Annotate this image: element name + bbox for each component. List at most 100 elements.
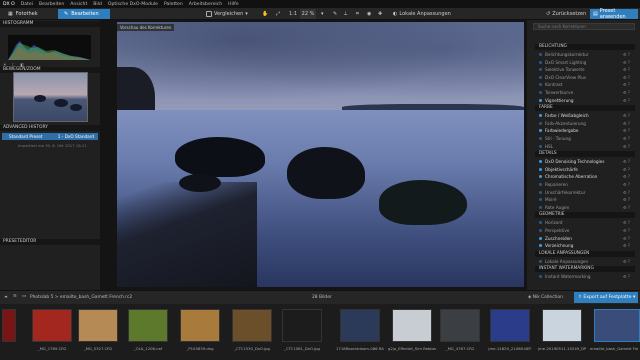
toggle-dot-icon[interactable] bbox=[539, 175, 542, 179]
correction-item[interactable]: Belichtungskorrektur ⚙ ? bbox=[538, 51, 630, 58]
toggle-dot-icon[interactable] bbox=[539, 137, 542, 140]
correction-item[interactable]: Tonwertkurve ⚙ ? bbox=[538, 89, 630, 96]
toggle-dot-icon[interactable] bbox=[539, 275, 542, 279]
correction-item[interactable]: Farbwiedergabe ⚙ ? bbox=[538, 127, 630, 134]
toggle-dot-icon[interactable] bbox=[539, 129, 542, 133]
sort-icon[interactable]: ≡ bbox=[13, 294, 17, 299]
compare-button[interactable]: Vergleichen ▾ bbox=[206, 9, 248, 19]
toggle-dot-icon[interactable] bbox=[539, 144, 542, 148]
ratio-button[interactable]: 1:1 bbox=[289, 9, 297, 19]
toggle-dot-icon[interactable] bbox=[539, 221, 542, 225]
menu-ansicht[interactable]: Ansicht bbox=[70, 2, 87, 7]
correction-item[interactable]: Lokale Anpassungen ⚙ ? bbox=[538, 258, 630, 265]
local-adjust-button[interactable]: ◐ Lokale Anpassungen bbox=[393, 9, 451, 19]
toggle-dot-icon[interactable] bbox=[539, 53, 542, 56]
settings-icon[interactable]: ⚙ ? bbox=[623, 81, 630, 88]
correction-item[interactable]: Zuschneiden ⚙ ? bbox=[538, 235, 630, 242]
settings-icon[interactable]: ⚙ ? bbox=[623, 97, 630, 104]
toggle-dot-icon[interactable] bbox=[539, 244, 542, 248]
toggle-dot-icon[interactable] bbox=[539, 121, 542, 125]
section-header[interactable]: BELICHTUNG bbox=[535, 44, 635, 50]
thumbnail[interactable] bbox=[542, 309, 582, 342]
settings-icon[interactable]: ⚙ ? bbox=[623, 166, 630, 173]
correction-item[interactable]: Perspektive ⚙ ? bbox=[538, 227, 630, 234]
correction-item[interactable]: Kontrast ⚙ ? bbox=[538, 81, 630, 88]
eyedropper-tool[interactable]: ✎ bbox=[333, 9, 337, 19]
settings-icon[interactable]: ⚙ ? bbox=[623, 112, 630, 119]
toggle-dot-icon[interactable] bbox=[539, 75, 542, 79]
settings-icon[interactable]: ⚙ ? bbox=[623, 74, 630, 81]
section-header[interactable]: LOKALE ANPASSUNGEN bbox=[535, 250, 635, 257]
thumbnail[interactable] bbox=[392, 309, 432, 342]
settings-icon[interactable]: ⚙ ? bbox=[623, 204, 630, 211]
search-input[interactable]: Suche nach Korrekturen bbox=[533, 23, 635, 30]
settings-icon[interactable]: ⚙ ? bbox=[623, 235, 630, 242]
toggle-dot-icon[interactable] bbox=[539, 167, 542, 171]
toggle-dot-icon[interactable] bbox=[539, 98, 542, 102]
settings-icon[interactable]: ⚙ ? bbox=[623, 189, 630, 196]
settings-icon[interactable]: ⚙ ? bbox=[623, 158, 630, 165]
correction-item[interactable]: Horizont ⚙ ? bbox=[538, 219, 630, 226]
zoom-dropdown[interactable]: ▾ bbox=[321, 9, 324, 19]
thumbnail[interactable] bbox=[180, 309, 220, 342]
correction-item[interactable]: Moiré ⚙ ? bbox=[538, 196, 630, 203]
toggle-dot-icon[interactable] bbox=[539, 229, 542, 232]
thumbnail[interactable] bbox=[594, 309, 640, 342]
correction-item[interactable]: DxO Smart Lighting ⚙ ? bbox=[538, 59, 630, 66]
thumbnail[interactable] bbox=[232, 309, 272, 342]
navigator-preview[interactable] bbox=[13, 72, 88, 122]
correction-item[interactable]: Farb-Akzentuierung ⚙ ? bbox=[538, 120, 630, 127]
toggle-dot-icon[interactable] bbox=[539, 259, 542, 263]
correction-item[interactable]: Instant Watermarking ⚙ ? bbox=[538, 273, 630, 280]
settings-icon[interactable]: ⚙ ? bbox=[623, 143, 630, 150]
settings-icon[interactable]: ⚙ ? bbox=[623, 196, 630, 203]
settings-icon[interactable]: ⚙ ? bbox=[623, 181, 630, 188]
toggle-dot-icon[interactable] bbox=[539, 60, 542, 64]
nik-collection-button[interactable]: ◈ Nik Collection bbox=[528, 295, 563, 300]
correction-item[interactable]: Farbe / Weißabgleich ⚙ ? bbox=[538, 112, 630, 119]
settings-icon[interactable]: ⚙ ? bbox=[623, 127, 630, 134]
settings-icon[interactable]: ⚙ ? bbox=[623, 273, 630, 280]
correction-item[interactable]: Vignettierung ⚙ ? bbox=[538, 97, 630, 104]
correction-item[interactable]: Objektivschärfe ⚙ ? bbox=[538, 166, 630, 173]
settings-icon[interactable]: ⚙ ? bbox=[623, 66, 630, 73]
menu-optische-module[interactable]: Optische DxO-Module bbox=[108, 2, 158, 7]
crop-tool[interactable]: ⌗ bbox=[356, 9, 359, 19]
toggle-dot-icon[interactable] bbox=[539, 205, 542, 209]
correction-item[interactable]: HSL ⚙ ? bbox=[538, 143, 630, 150]
section-header[interactable]: INSTANT WATERMARKING bbox=[535, 266, 635, 273]
export-button[interactable]: ⇪ Export auf Festplatte ▾ bbox=[574, 292, 638, 303]
correction-item[interactable]: Reparieren ⚙ ? bbox=[538, 181, 630, 188]
redeye-tool[interactable]: ◉ bbox=[367, 9, 371, 19]
section-header[interactable]: FARBE bbox=[535, 105, 635, 112]
preset-editor-header[interactable]: PRESETEDITOR bbox=[0, 239, 100, 245]
section-header[interactable]: GEOMETRIE bbox=[535, 212, 635, 219]
menu-hilfe[interactable]: Hilfe bbox=[228, 2, 238, 7]
correction-item[interactable]: Unschärfekorrektur ⚙ ? bbox=[538, 189, 630, 196]
settings-icon[interactable]: ⚙ ? bbox=[623, 258, 630, 265]
menu-arbeitsbereich[interactable]: Arbeitsbereich bbox=[189, 2, 222, 7]
toggle-dot-icon[interactable] bbox=[539, 236, 542, 240]
correction-item[interactable]: DxO Denoising Technologies ⚙ ? bbox=[538, 158, 630, 165]
toggle-dot-icon[interactable] bbox=[539, 190, 542, 194]
section-header[interactable]: DETAILS bbox=[535, 151, 635, 158]
settings-icon[interactable]: ⚙ ? bbox=[623, 219, 630, 226]
toggle-dot-icon[interactable] bbox=[539, 183, 542, 186]
correction-item[interactable]: Chromatische Aberration ⚙ ? bbox=[538, 173, 630, 180]
toggle-dot-icon[interactable] bbox=[539, 114, 542, 118]
menu-bearbeiten[interactable]: Bearbeiten bbox=[39, 2, 64, 7]
correction-item[interactable]: DxO ClearView Plus ⚙ ? bbox=[538, 74, 630, 81]
thumbnail[interactable] bbox=[128, 309, 168, 342]
thumbnail[interactable] bbox=[2, 309, 16, 342]
correction-item[interactable]: Verzeichnung ⚙ ? bbox=[538, 242, 630, 249]
tab-fotothek[interactable]: ▦ Fotothek bbox=[2, 9, 54, 19]
toggle-dot-icon[interactable] bbox=[539, 198, 542, 202]
settings-icon[interactable]: ⚙ ? bbox=[623, 242, 630, 249]
settings-icon[interactable]: ⚙ ? bbox=[623, 89, 630, 96]
settings-icon[interactable]: ⚙ ? bbox=[623, 120, 630, 127]
toggle-dot-icon[interactable] bbox=[539, 83, 542, 87]
zoom-field[interactable]: 22 % bbox=[300, 9, 316, 19]
correction-item[interactable]: Rote Augen ⚙ ? bbox=[538, 204, 630, 211]
histogram-header[interactable]: HISTOGRAMM bbox=[0, 21, 100, 27]
straighten-tool[interactable]: ⟂ bbox=[344, 9, 347, 19]
